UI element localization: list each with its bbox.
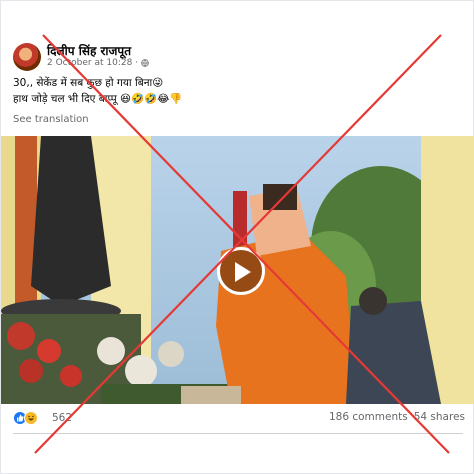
reaction-count: 562: [52, 412, 73, 424]
play-icon: [235, 262, 251, 282]
post-text-line-1: 30,, सेकेंड में सब कुछ हो गया बिना😜: [13, 77, 164, 89]
timestamp[interactable]: 2 October at 10:28 ·: [47, 58, 138, 68]
engagement-stats: 186 comments 54 shares: [329, 411, 465, 423]
avatar[interactable]: [13, 43, 41, 71]
play-button[interactable]: [217, 247, 265, 295]
globe-icon: [141, 59, 149, 67]
shares-count[interactable]: 54 shares: [414, 411, 465, 423]
haha-icon: [24, 411, 38, 425]
facebook-post: दिलीप सिंह राजपूत 2 October at 10:28 · 3…: [0, 0, 474, 474]
post-text: 30,, सेकेंड में सब कुछ हो गया बिना😜 हाथ …: [13, 75, 453, 107]
reactions-summary[interactable]: 562: [13, 411, 72, 425]
author-name[interactable]: दिलीप सिंह राजपूत: [47, 42, 131, 59]
post-text-line-2: हाथ जोड़े चल भी दिए बाप्पू 😆🤣🤣😂👎: [13, 93, 183, 105]
post-footer: 562 186 comments 54 shares: [13, 411, 465, 431]
see-translation-link[interactable]: See translation: [13, 114, 89, 125]
divider: [13, 433, 463, 434]
comments-count[interactable]: 186 comments: [329, 411, 408, 423]
post-header: दिलीप सिंह राजपूत 2 October at 10:28 ·: [11, 39, 451, 75]
post-meta: 2 October at 10:28 ·: [47, 58, 149, 68]
